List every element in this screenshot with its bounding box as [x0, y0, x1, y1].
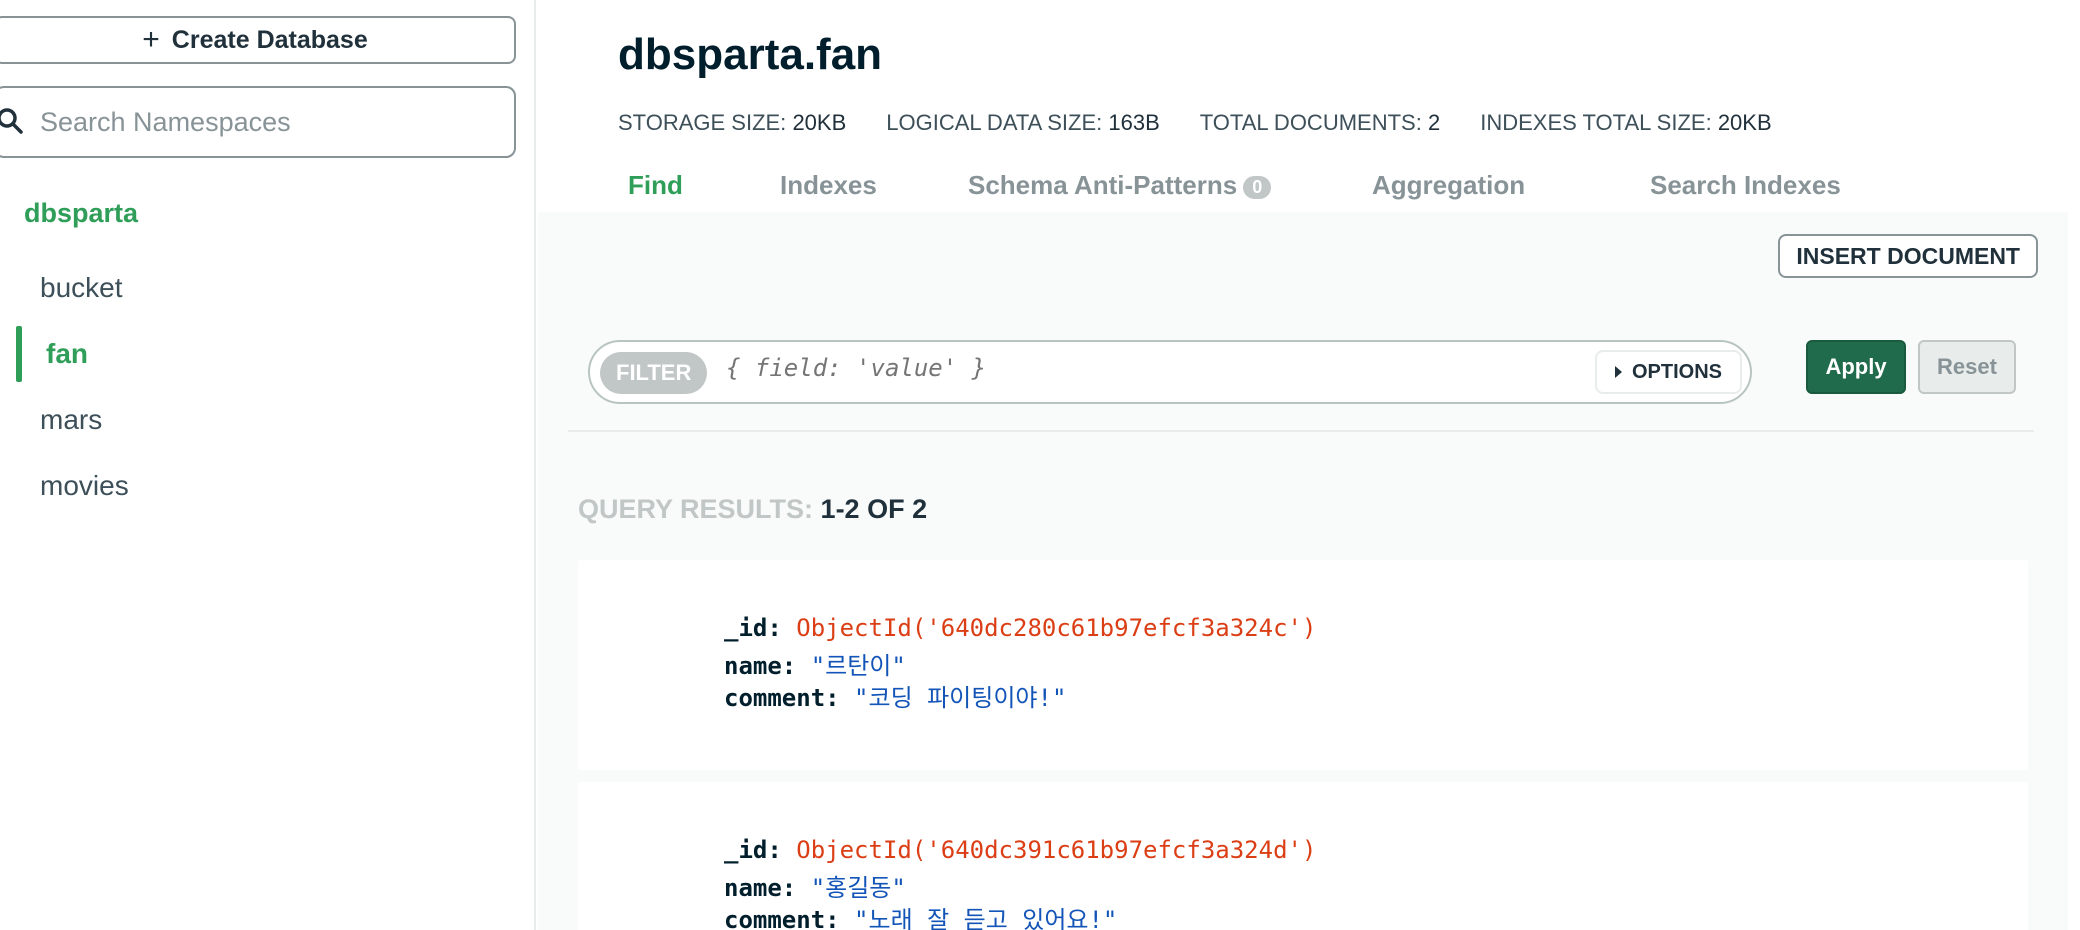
- search-namespaces-box[interactable]: [0, 86, 516, 158]
- reset-button[interactable]: Reset: [1918, 340, 2016, 394]
- apply-button[interactable]: Apply: [1806, 340, 1906, 394]
- stat-logical-data-size: LOGICAL DATA SIZE: 163B: [886, 110, 1160, 135]
- tab-schema-anti-patterns[interactable]: Schema Anti-Patterns 0: [968, 170, 1272, 201]
- insert-document-button[interactable]: INSERT DOCUMENT: [1778, 234, 2038, 278]
- document-field-name: name: "르탄이": [724, 652, 906, 680]
- document-card[interactable]: _id: ObjectId('640dc391c61b97efcf3a324d'…: [578, 782, 2028, 930]
- stat-total-documents: TOTAL DOCUMENTS: 2: [1199, 110, 1441, 135]
- collection-stats: STORAGE SIZE: 20KB LOGICAL DATA SIZE: 16…: [618, 110, 1772, 136]
- sidebar-item-movies[interactable]: movies: [40, 470, 129, 502]
- create-database-button[interactable]: + Create Database: [0, 16, 516, 64]
- count-badge: 0: [1243, 175, 1272, 199]
- document-field-comment: comment: "코딩 파이팅이야!": [724, 684, 1067, 712]
- find-workspace: INSERT DOCUMENT FILTER OPTIONS Apply Res…: [538, 212, 2068, 930]
- tab-indexes[interactable]: Indexes: [780, 170, 877, 201]
- create-database-label: Create Database: [171, 25, 368, 54]
- query-results-summary: QUERY RESULTS: 1-2 OF 2: [578, 494, 927, 525]
- tab-search-indexes[interactable]: Search Indexes: [1650, 170, 1841, 201]
- sidebar-item-fan[interactable]: fan: [46, 338, 88, 370]
- stat-storage-size: STORAGE SIZE: 20KB: [618, 110, 847, 135]
- sidebar-item-mars[interactable]: mars: [40, 404, 102, 436]
- filter-label: FILTER: [600, 352, 708, 394]
- filter-input[interactable]: [726, 354, 1626, 382]
- document-field-id: _id: ObjectId('640dc280c61b97efcf3a324c'…: [724, 614, 1317, 642]
- sidebar: + Create Database dbsparta bucket fan ma…: [0, 0, 536, 930]
- tab-find[interactable]: Find: [628, 170, 683, 201]
- document-field-name: name: "홍길동": [724, 874, 906, 902]
- filter-bar: FILTER OPTIONS: [588, 340, 1752, 404]
- document-field-comment: comment: "노래 잘 듣고 있어요!": [724, 906, 1118, 930]
- query-results-range: 1-2 OF 2: [820, 494, 928, 524]
- options-button[interactable]: OPTIONS: [1594, 350, 1742, 394]
- caret-right-icon: [1614, 366, 1622, 378]
- search-namespaces-input[interactable]: [40, 106, 480, 138]
- divider: [568, 430, 2034, 432]
- stat-indexes-total-size: INDEXES TOTAL SIZE: 20KB: [1480, 110, 1772, 135]
- sidebar-item-bucket[interactable]: bucket: [40, 272, 123, 304]
- document-card[interactable]: _id: ObjectId('640dc280c61b97efcf3a324c'…: [578, 560, 2028, 770]
- tab-aggregation[interactable]: Aggregation: [1372, 170, 1525, 201]
- options-label: OPTIONS: [1631, 360, 1722, 383]
- database-name[interactable]: dbsparta: [24, 198, 138, 229]
- main-panel: dbsparta.fan STORAGE SIZE: 20KB LOGICAL …: [538, 0, 2080, 930]
- plus-icon: +: [142, 23, 160, 56]
- document-field-id: _id: ObjectId('640dc391c61b97efcf3a324d'…: [724, 836, 1317, 864]
- page-title: dbsparta.fan: [618, 30, 883, 79]
- search-icon: [0, 107, 26, 137]
- active-indicator: [16, 326, 22, 382]
- query-results-label: QUERY RESULTS:: [578, 494, 814, 524]
